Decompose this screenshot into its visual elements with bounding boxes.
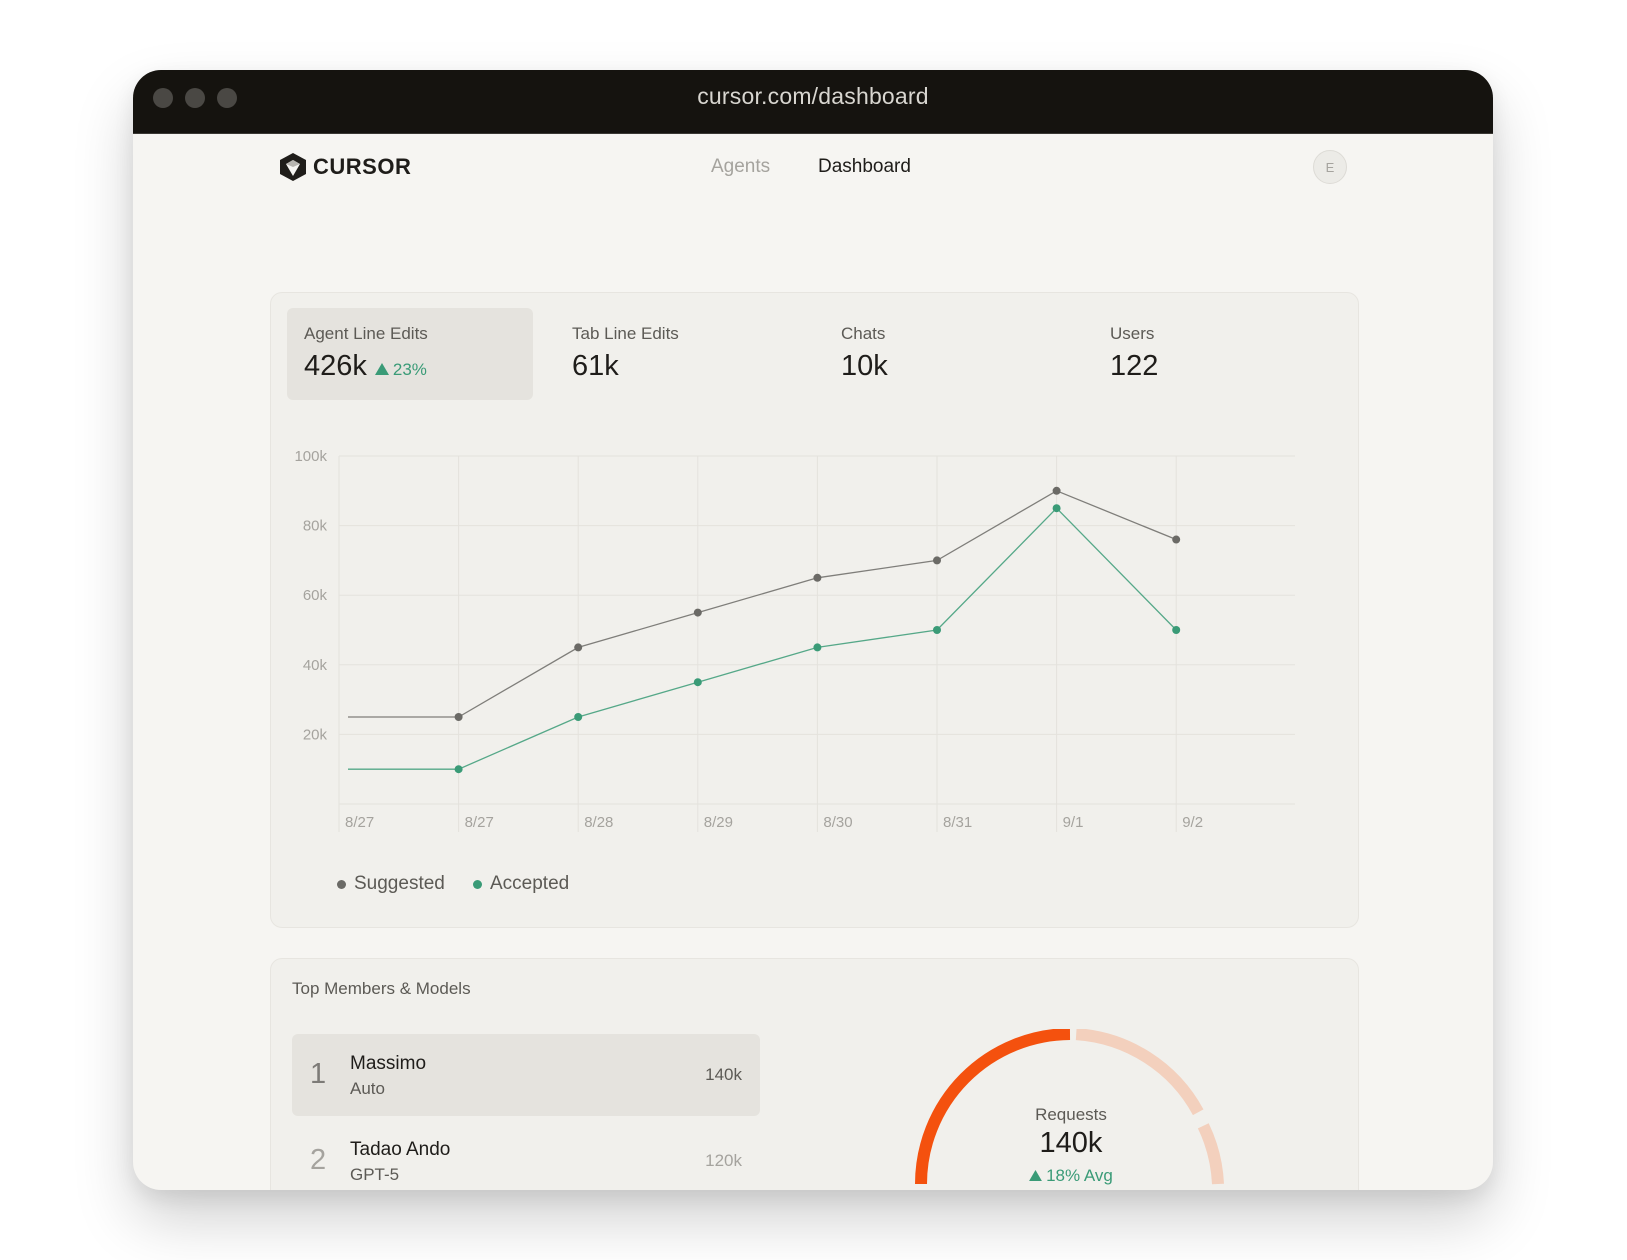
stat-tab-line-edits[interactable]: Tab Line Edits 61k [555,308,801,400]
legend-label-accepted: Accepted [490,873,570,894]
member-model: Auto [350,1079,385,1098]
member-rank: 2 [310,1144,327,1176]
stat-delta-value: 23% [392,360,427,379]
member-name: Tadao Ando [350,1139,451,1160]
stat-users[interactable]: Users 122 [1093,308,1339,400]
series-line-accepted [348,507,1177,770]
y-tick-label: 20k [303,726,328,743]
requests-delta-value: 18% Avg [1046,1166,1113,1185]
nav-link-dashboard[interactable]: Dashboard [818,156,911,178]
member-row[interactable]: 2 Tadao Ando GPT-5 120k [292,1120,760,1190]
trend-up-icon [1029,1170,1043,1181]
avatar[interactable]: E [1313,150,1347,184]
section-title: Top Members & Models [292,979,471,998]
data-point-accepted [1172,626,1181,634]
stat-value: 122 [1110,350,1159,382]
stat-label: Users [1110,324,1155,343]
x-tick-label: 8/27 [465,814,494,831]
y-tick-label: 40k [303,657,328,674]
legend-accepted[interactable]: Accepted [473,873,569,895]
member-name: Massimo [350,1053,427,1074]
requests-label: Requests [1035,1105,1107,1124]
stat-label: Tab Line Edits [572,324,679,343]
legend-dot-suggested [337,879,346,889]
data-point-suggested [574,643,583,652]
member-rank: 1 [310,1058,327,1090]
stat-label: Chats [841,324,886,343]
x-tick-label: 8/29 [704,814,733,831]
x-tick-label: 9/1 [1063,814,1084,831]
line-chart: 100k 80k 60k 40k 20k 8/27 8/27 8/28 8/29 8/30 8/31… [294,448,1295,832]
browser-titlebar: cursor.com/dashboard [133,70,1493,134]
gauge-track [1075,1029,1204,1116]
stat-value: 61k [572,350,619,382]
data-point-accepted [693,678,702,687]
member-value: 120k [705,1151,742,1170]
top-members-card: Top Members & Models 1 Massimo Auto 140k… [270,958,1359,1190]
stat-number: 426k [304,350,367,382]
data-point-suggested [933,556,941,565]
x-tick-label: 8/27 [345,814,374,831]
x-tick-label: 8/31 [943,814,972,831]
data-point-accepted [574,713,583,721]
y-tick-label: 100k [294,448,327,465]
requests-value: 140k [1039,1127,1103,1159]
requests-delta: 18% Avg [991,1166,1151,1186]
x-tick-label: 9/2 [1182,814,1203,831]
stat-label: Agent Line Edits [304,324,428,343]
trend-up-icon [374,363,389,375]
data-point-accepted [454,765,463,774]
stat-chats[interactable]: Chats 10k [824,308,1070,400]
x-tick-label: 8/28 [584,814,613,831]
legend-suggested[interactable]: Suggested [337,873,445,895]
browser-window: cursor.com/dashboard CURSOR Agents Dashb… [133,70,1493,1190]
member-value: 140k [705,1065,742,1084]
series-line-suggested [348,490,1177,718]
top-nav: CURSOR Agents Dashboard E [133,134,1493,204]
x-tick-label: 8/30 [823,814,852,831]
brand-name: CURSOR [313,154,412,179]
legend-label-suggested: Suggested [354,873,445,894]
member-model: GPT-5 [350,1165,400,1184]
brand-logo[interactable]: CURSOR [279,152,411,182]
data-point-suggested [454,713,463,721]
address-bar[interactable]: cursor.com/dashboard [133,83,1493,110]
member-row[interactable]: 1 Massimo Auto 140k [292,1034,760,1116]
cursor-cube-icon [280,153,306,181]
stat-value: 426k 23% [304,350,427,383]
data-point-accepted [933,626,941,634]
stat-value: 10k [841,350,888,382]
nav-link-agents[interactable]: Agents [711,156,770,178]
data-point-suggested [1052,486,1061,495]
y-tick-label: 80k [303,518,328,535]
gauge-track-segment [1197,1123,1224,1185]
stat-agent-line-edits[interactable]: Agent Line Edits 426k 23% [287,308,533,400]
data-point-suggested [813,573,822,582]
data-point-suggested [693,608,702,617]
data-point-accepted [1052,504,1061,513]
edits-card: Agent Line Edits 426k 23% Tab Line Edits … [270,292,1359,928]
y-tick-label: 60k [303,587,328,604]
data-point-suggested [1172,535,1181,544]
data-point-accepted [813,643,822,652]
stat-delta: 23% [374,360,427,379]
legend-dot-accepted [473,879,482,889]
